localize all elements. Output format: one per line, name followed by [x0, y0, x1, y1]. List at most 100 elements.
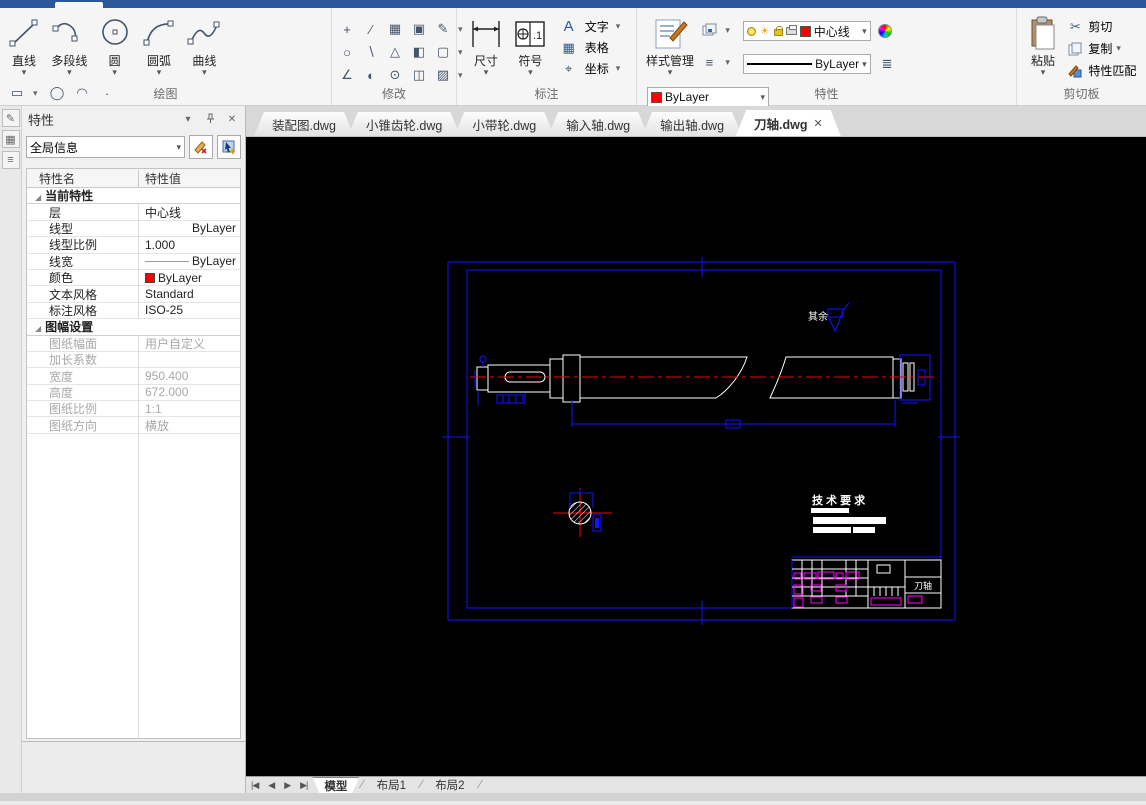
tab-layout1[interactable]: 布局1	[365, 777, 418, 793]
tab-model[interactable]: 模型	[312, 777, 359, 793]
layer-combo[interactable]: ☀ 中心线 ▾	[742, 21, 871, 41]
doc-tab[interactable]: 输入轴.dwg	[548, 112, 648, 136]
hatch-edit-icon[interactable]: ▨	[434, 66, 452, 84]
shaft-front-view[interactable]	[476, 354, 915, 403]
surface-roughness-note[interactable]: 其余	[808, 302, 850, 333]
chamfer-icon[interactable]: ∠	[338, 66, 356, 84]
view-rotate-icon[interactable]: ◫	[410, 66, 428, 84]
paste-button[interactable]: 粘贴 ▾	[1025, 12, 1061, 78]
line-button[interactable]: 直线 ▾	[4, 12, 44, 78]
chevron-down-icon[interactable]: ▾	[528, 68, 533, 77]
symbol-button[interactable]: .1 符号 ▾	[510, 12, 550, 78]
cut-label[interactable]: 剪切	[1088, 18, 1112, 35]
property-value[interactable]: ByLayer	[139, 254, 240, 268]
offset-icon[interactable]: ○	[338, 43, 356, 61]
property-value[interactable]: ISO-25	[139, 303, 240, 317]
drawing-viewport[interactable]: 其余 技 术 要 求 刀轴	[246, 137, 1146, 776]
spline-button[interactable]: 曲线 ▾	[183, 12, 225, 78]
rectangle-edit-icon[interactable]: ▢	[434, 43, 452, 61]
lineweight-stack-icon[interactable]: ≣	[878, 55, 896, 73]
doc-tab[interactable]: 输出轴.dwg	[642, 112, 742, 136]
column-header-value[interactable]: 特性值	[139, 170, 240, 187]
clear-edit-button[interactable]	[189, 135, 213, 159]
match-properties-label[interactable]: 特性匹配	[1088, 62, 1136, 79]
move-icon[interactable]: +	[338, 20, 356, 38]
library-palette-icon[interactable]: ▦	[1, 130, 20, 148]
chevron-down-icon[interactable]: ▾	[862, 59, 867, 70]
layer-color-swatch	[799, 25, 811, 37]
property-value[interactable]: ByLayer	[139, 271, 240, 285]
polyline-button[interactable]: 多段线 ▾	[47, 12, 91, 78]
chevron-down-icon[interactable]: ▾	[862, 26, 867, 37]
extend-icon[interactable]: ∖	[362, 43, 380, 61]
property-value[interactable]: 中心线	[139, 204, 240, 221]
annotate-tool-palette-icon[interactable]: ✎	[1, 109, 20, 127]
circle-button[interactable]: 圆 ▾	[95, 12, 135, 78]
trim-icon[interactable]: ∕	[362, 20, 380, 38]
shaft-section-view[interactable]	[553, 488, 612, 537]
last-sheet-icon[interactable]: ▶|	[295, 780, 312, 791]
color-wheel-icon[interactable]	[878, 24, 893, 38]
tab-layout2[interactable]: 布局2	[423, 777, 476, 793]
linetype-combo[interactable]: ByLayer ▾	[742, 54, 871, 74]
arc-button[interactable]: 圆弧 ▾	[138, 12, 180, 78]
chevron-down-icon[interactable]: ▾	[22, 68, 27, 77]
chevron-down-icon[interactable]: ▾	[616, 21, 624, 32]
column-header-name[interactable]: 特性名	[27, 169, 139, 187]
pin-icon[interactable]	[203, 113, 217, 126]
tech-requirements[interactable]: 技 术 要 求	[811, 493, 886, 533]
collapse-triangle-icon[interactable]: ◢	[35, 193, 41, 202]
circle-edit-icon[interactable]: ⊙	[386, 66, 404, 84]
sheet-set-icon[interactable]	[700, 21, 718, 39]
close-icon[interactable]: ✕	[814, 117, 823, 130]
quick-select-button[interactable]	[217, 135, 241, 159]
copy-label[interactable]: 复制	[1088, 40, 1112, 57]
chevron-down-icon[interactable]: ▾	[157, 68, 162, 77]
chevron-down-icon[interactable]: ▾	[67, 68, 72, 77]
property-value[interactable]: 1.000	[139, 238, 240, 252]
chevron-down-icon[interactable]: ▾	[112, 68, 117, 77]
style-manager-button[interactable]: 样式管理 ▾	[643, 12, 697, 78]
mirror-icon[interactable]: △	[386, 43, 404, 61]
chevron-down-icon[interactable]: ▾	[1041, 68, 1046, 77]
grid-palette-icon[interactable]: ≡	[1, 151, 20, 169]
title-block-entries[interactable]	[793, 571, 923, 608]
lineweight-menu-icon[interactable]: ≡	[700, 53, 718, 71]
doc-tab[interactable]: 小锥齿轮.dwg	[348, 112, 460, 136]
prev-sheet-icon[interactable]: ◀	[263, 780, 279, 791]
rotate-icon[interactable]: ◐	[362, 66, 380, 84]
close-icon[interactable]: ✕	[225, 114, 239, 125]
chevron-down-icon[interactable]: ▾	[725, 57, 733, 68]
doc-tab-active[interactable]: 刀轴.dwg ✕	[736, 110, 841, 136]
svg-text:.1: .1	[533, 30, 542, 42]
selection-filter-combo[interactable]: 全局信息 ▾	[26, 136, 185, 158]
cut-icon: ✂	[1069, 18, 1081, 34]
dimension-button[interactable]: 尺寸 ▾	[465, 12, 507, 78]
table-tool-label[interactable]: 表格	[585, 39, 609, 56]
array-icon[interactable]: ▦	[386, 20, 404, 38]
text-tool-label[interactable]: 文字	[585, 18, 609, 35]
collapse-triangle-icon[interactable]: ◢	[35, 324, 41, 333]
chevron-down-icon[interactable]: ▾	[1116, 43, 1124, 54]
next-sheet-icon[interactable]: ▶	[279, 780, 295, 791]
text-tool-icon[interactable]: A	[560, 18, 578, 36]
drawing-frame[interactable]	[442, 257, 960, 625]
stretch-icon[interactable]: ▣	[410, 20, 428, 38]
corner-join-icon[interactable]: ◧	[410, 43, 428, 61]
property-value[interactable]: ByLayer	[139, 221, 240, 235]
coordinate-tool-label[interactable]: 坐标	[585, 60, 609, 77]
property-row: 文本风格 Standard	[27, 285, 240, 303]
title-block[interactable]: 刀轴	[791, 556, 942, 609]
chevron-down-icon[interactable]: ▾	[484, 68, 489, 77]
chevron-down-icon[interactable]: ▾	[202, 68, 207, 77]
doc-tab[interactable]: 小带轮.dwg	[454, 112, 554, 136]
property-value[interactable]: Standard	[139, 287, 240, 301]
first-sheet-icon[interactable]: |◀	[246, 780, 263, 791]
doc-tab[interactable]: 装配图.dwg	[254, 112, 354, 136]
chevron-down-icon[interactable]: ▾	[616, 63, 624, 74]
chevron-down-icon[interactable]: ▾	[668, 68, 673, 77]
drawing-canvas[interactable]: 其余 技 术 要 求 刀轴	[246, 137, 1146, 776]
erase-icon[interactable]: ✎	[434, 20, 452, 38]
chevron-down-icon[interactable]: ▾	[725, 25, 733, 36]
palette-menu-icon[interactable]: ▾	[181, 114, 195, 125]
